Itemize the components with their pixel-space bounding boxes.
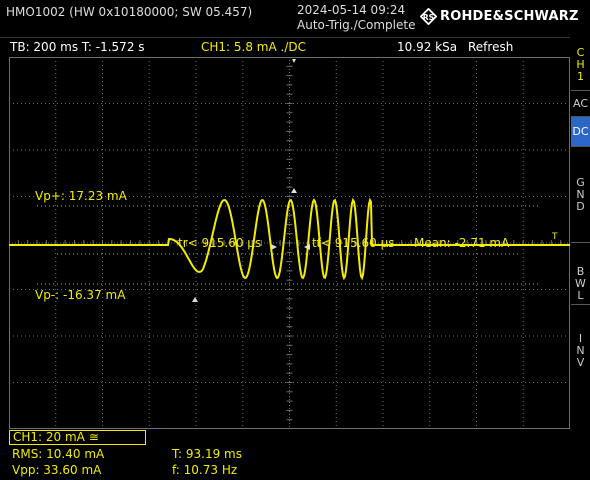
channel1-setting[interactable]: CH1: 5.8 mA ./DC <box>201 40 306 54</box>
timestamp: 2024-05-14 09:24 <box>297 3 406 17</box>
gnd-letter: N <box>576 187 585 201</box>
trigger-arrow-top[interactable] <box>292 59 296 63</box>
coupling-ac-button[interactable]: AC <box>571 90 590 116</box>
period-measurement: T: 93.19 ms <box>172 447 242 461</box>
gnd-letter: G <box>576 175 585 189</box>
rise-time-label: tr< 915.60 µs <box>178 236 261 250</box>
bwl-letter: L <box>577 288 584 302</box>
invert-button[interactable]: I N V <box>571 304 590 416</box>
device-info: HMO1002 (HW 0x10180000; SW 05.457) <box>6 5 253 19</box>
trigger-level-marker[interactable]: T <box>551 232 558 242</box>
bwl-letter: B <box>576 264 585 278</box>
timebase-readout[interactable]: TB: 200 ms T: -1.572 s <box>10 40 145 54</box>
vpp-measurement: Vpp: 33.60 mA <box>12 463 102 477</box>
inv-letter: N <box>576 343 585 357</box>
inv-letter: I <box>578 331 583 345</box>
svg-text:RS: RS <box>423 13 434 22</box>
waveform-display[interactable]: Vp+: 17.23 mA Vp-: -16.37 mA tr< 915.60 … <box>9 57 570 429</box>
trough-marker-icon <box>192 297 198 302</box>
title-bar: HMO1002 (HW 0x10180000; SW 05.457) 2024-… <box>0 0 590 36</box>
side-menu-ch1-header: C H 1 <box>571 40 590 90</box>
channel-scale-box[interactable]: CH1: 20 mA ≅ <box>9 430 146 445</box>
acquisition-mode[interactable]: Refresh <box>468 40 513 54</box>
status-bar: TB: 200 ms T: -1.572 s CH1: 5.8 mA ./DC … <box>0 37 570 57</box>
vp-plus-label: Vp+: 17.23 mA <box>35 189 128 203</box>
rohde-schwarz-diamond-icon: RS <box>420 8 437 25</box>
measurement-panel: CH1: 20 mA ≅ RMS: 10.40 mA Vpp: 33.60 mA… <box>0 430 570 480</box>
gnd-letter: D <box>576 199 585 213</box>
peak-marker-icon <box>291 188 297 193</box>
rise-start-marker-icon <box>271 244 277 250</box>
coupling-dc-label: DC <box>572 124 589 138</box>
coupling-ac-label: AC <box>572 96 588 110</box>
sample-rate: 10.92 kSa <box>397 40 458 54</box>
channel-side-menu: C H 1 AC DC G N D B W L I N V <box>571 40 590 420</box>
coupling-dc-button[interactable]: DC <box>571 116 590 146</box>
coupling-gnd-button[interactable]: G N D <box>571 146 590 242</box>
fall-time-label: tf< 915.60 µs <box>312 236 395 250</box>
brand-name: ROHDE&SCHWARZ <box>440 9 579 24</box>
frequency-measurement: f: 10.73 Hz <box>172 463 238 477</box>
trigger-status: Auto-Trig./Complete <box>297 18 416 32</box>
rms-measurement: RMS: 10.40 mA <box>12 447 105 461</box>
side-menu-ch-letter: 1 <box>577 70 584 83</box>
brand-logo: RS ROHDE&SCHWARZ <box>420 8 579 25</box>
channel-scale: CH1: 20 mA ≅ <box>13 430 99 444</box>
vp-minus-label: Vp-: -16.37 mA <box>35 288 126 302</box>
bwl-letter: W <box>575 276 586 290</box>
inv-letter: V <box>576 355 585 369</box>
bandwidth-limit-button[interactable]: B W L <box>571 242 590 304</box>
mean-label: Mean: -2.71 mA <box>414 236 510 250</box>
